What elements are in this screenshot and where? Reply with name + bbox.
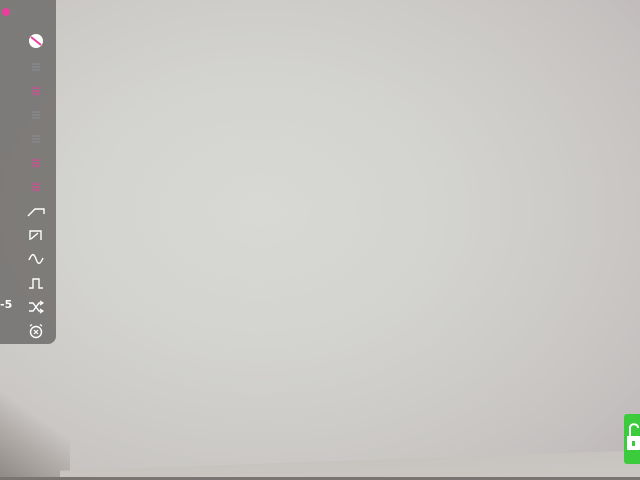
lock-button[interactable] bbox=[624, 414, 640, 464]
pink-lines-icon bbox=[32, 183, 40, 191]
sawtooth-wave-button[interactable] bbox=[24, 224, 48, 246]
ceiling-edge bbox=[60, 446, 640, 480]
no-pattern-button[interactable] bbox=[24, 30, 48, 52]
ramp-wave-button[interactable] bbox=[24, 200, 48, 222]
lines-icon bbox=[32, 111, 40, 119]
pattern-button-3[interactable] bbox=[24, 104, 48, 126]
lines-icon bbox=[32, 135, 40, 143]
pattern-button-5[interactable] bbox=[24, 152, 48, 174]
shuffle-icon bbox=[29, 300, 44, 314]
pattern-button-4[interactable] bbox=[24, 128, 48, 150]
unlock-icon bbox=[627, 423, 640, 450]
lines-icon bbox=[32, 63, 40, 71]
pattern-button-6[interactable] bbox=[24, 176, 48, 198]
square-wave-icon bbox=[29, 278, 43, 289]
pattern-button-2[interactable] bbox=[24, 80, 48, 102]
offset-value-label: -5 bbox=[0, 298, 13, 311]
sine-wave-button[interactable] bbox=[24, 248, 48, 270]
pattern-button-1[interactable] bbox=[24, 56, 48, 78]
sawtooth-wave-icon bbox=[29, 230, 42, 240]
sine-wave-icon bbox=[28, 253, 44, 265]
ramp-wave-icon bbox=[27, 208, 45, 217]
pink-lines-icon bbox=[32, 159, 40, 167]
panel-indicator-dot bbox=[2, 8, 10, 16]
camera-view bbox=[0, 0, 640, 480]
no-pattern-icon bbox=[29, 34, 43, 48]
pink-lines-icon bbox=[32, 87, 40, 95]
shuffle-button[interactable] bbox=[24, 296, 48, 318]
pattern-side-panel: -5 bbox=[0, 0, 56, 344]
square-wave-button[interactable] bbox=[24, 272, 48, 294]
alarm-button[interactable] bbox=[24, 320, 48, 342]
alarm-icon bbox=[29, 324, 43, 339]
